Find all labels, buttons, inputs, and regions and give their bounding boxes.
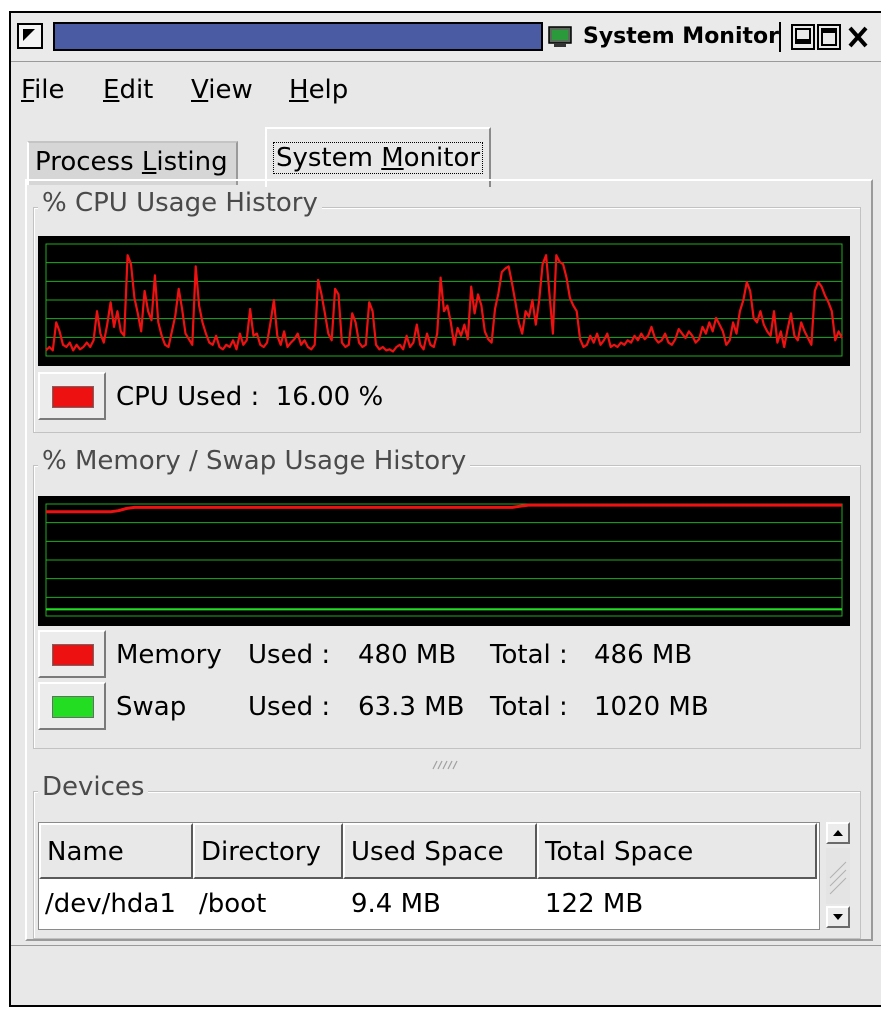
column-header-total-space[interactable]: Total Space xyxy=(537,823,817,879)
cpu-usage-group: % CPU Usage History CPU Used : 16.00 % xyxy=(33,188,861,433)
menu-view-mnemonic: V xyxy=(191,75,209,105)
swap-color-swatch xyxy=(52,696,94,718)
cpu-used-label: CPU Used : xyxy=(116,382,260,412)
swap-color-button[interactable] xyxy=(38,682,106,730)
cpu-usage-graph xyxy=(38,236,850,366)
swap-name: Swap xyxy=(116,692,187,722)
column-header-directory[interactable]: Directory xyxy=(193,823,343,879)
memory-color-button[interactable] xyxy=(38,630,106,678)
menu-view-label: iew xyxy=(208,75,253,105)
cpu-color-swatch xyxy=(52,386,94,408)
menu-file[interactable]: File xyxy=(21,75,65,105)
tab-process-mnemonic: L xyxy=(141,147,157,177)
memory-total-label: Total : xyxy=(490,640,568,670)
memory-swap-title: % Memory / Swap Usage History xyxy=(38,446,471,476)
memory-used-value: 480 MB xyxy=(358,640,457,670)
menu-edit-mnemonic: E xyxy=(103,75,120,105)
column-header-name[interactable]: Name xyxy=(39,823,193,879)
memory-color-swatch xyxy=(52,644,94,666)
maximize-button[interactable] xyxy=(817,24,841,50)
swap-total-label: Total : xyxy=(490,692,568,722)
devices-title: Devices xyxy=(38,772,149,802)
memory-used-label: Used : xyxy=(248,640,331,670)
arrow-up-icon xyxy=(833,830,843,836)
tab-bar: Process Listing System Monitor xyxy=(11,123,881,187)
cpu-used-value: 16.00 % xyxy=(275,382,384,412)
memory-name: Memory xyxy=(116,640,222,670)
title-divider xyxy=(779,22,781,52)
menu-file-label: ile xyxy=(34,75,65,105)
cpu-color-button[interactable] xyxy=(38,372,106,420)
tab-focus-ring: System Monitor xyxy=(273,142,484,174)
close-button[interactable] xyxy=(844,24,880,50)
swap-used-value: 63.3 MB xyxy=(358,692,465,722)
system-monitor-window: System Monitor File Edit View Help Proce… xyxy=(9,11,881,1007)
tab-sysmon-text-b: onitor xyxy=(403,143,481,173)
tab-process-text-a: Process xyxy=(35,147,142,177)
status-bar xyxy=(11,945,881,1006)
cell-name: /dev/hda1 xyxy=(45,889,176,919)
devices-group: Devices Name Directory Used Space Total … xyxy=(33,772,861,939)
menu-bar: File Edit View Help xyxy=(11,63,881,113)
maximize-icon xyxy=(821,28,837,46)
tab-sysmon-text-a: System xyxy=(276,143,382,173)
window-menu-button[interactable] xyxy=(17,23,43,49)
menu-edit-label: dit xyxy=(119,75,154,105)
tab-system-monitor[interactable]: System Monitor xyxy=(265,127,492,187)
window-title: System Monitor xyxy=(583,24,779,49)
close-icon xyxy=(848,26,868,48)
pane-resize-handle[interactable] xyxy=(419,759,479,771)
tab-process-text-b: isting xyxy=(156,147,228,177)
memory-series-line xyxy=(46,503,842,514)
scrollbar-track[interactable] xyxy=(826,848,850,904)
minimize-icon xyxy=(795,28,811,44)
column-header-used-space[interactable]: Used Space xyxy=(343,823,537,879)
graph-grid xyxy=(45,243,843,357)
swap-total-value: 1020 MB xyxy=(594,692,709,722)
menu-help-label: elp xyxy=(308,75,349,105)
cpu-used-legend: CPU Used : 16.00 % xyxy=(116,382,383,412)
arrow-down-icon xyxy=(833,914,843,920)
cell-used-space: 9.4 MB xyxy=(351,889,441,919)
system-monitor-panel: % CPU Usage History CPU Used : 16.00 % %… xyxy=(25,179,873,941)
memory-swap-graph xyxy=(38,496,850,626)
devices-scrollbar[interactable] xyxy=(824,822,854,930)
memory-swap-group: % Memory / Swap Usage History Memory Use… xyxy=(33,446,861,749)
cell-total-space: 122 MB xyxy=(545,889,644,919)
memory-total-value: 486 MB xyxy=(594,640,693,670)
title-bar-fill xyxy=(53,22,543,51)
devices-table: Name Directory Used Space Total Space /d… xyxy=(38,822,820,930)
triangle-menu-icon xyxy=(23,29,35,41)
cpu-usage-title: % CPU Usage History xyxy=(38,188,322,218)
scrollbar-grip-icon xyxy=(829,861,847,895)
cell-directory: /boot xyxy=(199,889,267,919)
menu-edit[interactable]: Edit xyxy=(103,75,153,105)
title-bar[interactable]: System Monitor xyxy=(11,13,881,62)
minimize-button[interactable] xyxy=(791,24,815,50)
scroll-up-button[interactable] xyxy=(826,822,850,844)
graph-grid xyxy=(45,503,843,617)
tab-sysmon-mnemonic: M xyxy=(381,143,404,173)
monitor-app-icon xyxy=(548,26,572,47)
menu-help-mnemonic: H xyxy=(289,75,309,105)
swap-used-label: Used : xyxy=(248,692,331,722)
scroll-down-button[interactable] xyxy=(826,906,850,928)
menu-help[interactable]: Help xyxy=(289,75,348,105)
menu-view[interactable]: View xyxy=(191,75,253,105)
menu-file-mnemonic: F xyxy=(21,75,35,105)
